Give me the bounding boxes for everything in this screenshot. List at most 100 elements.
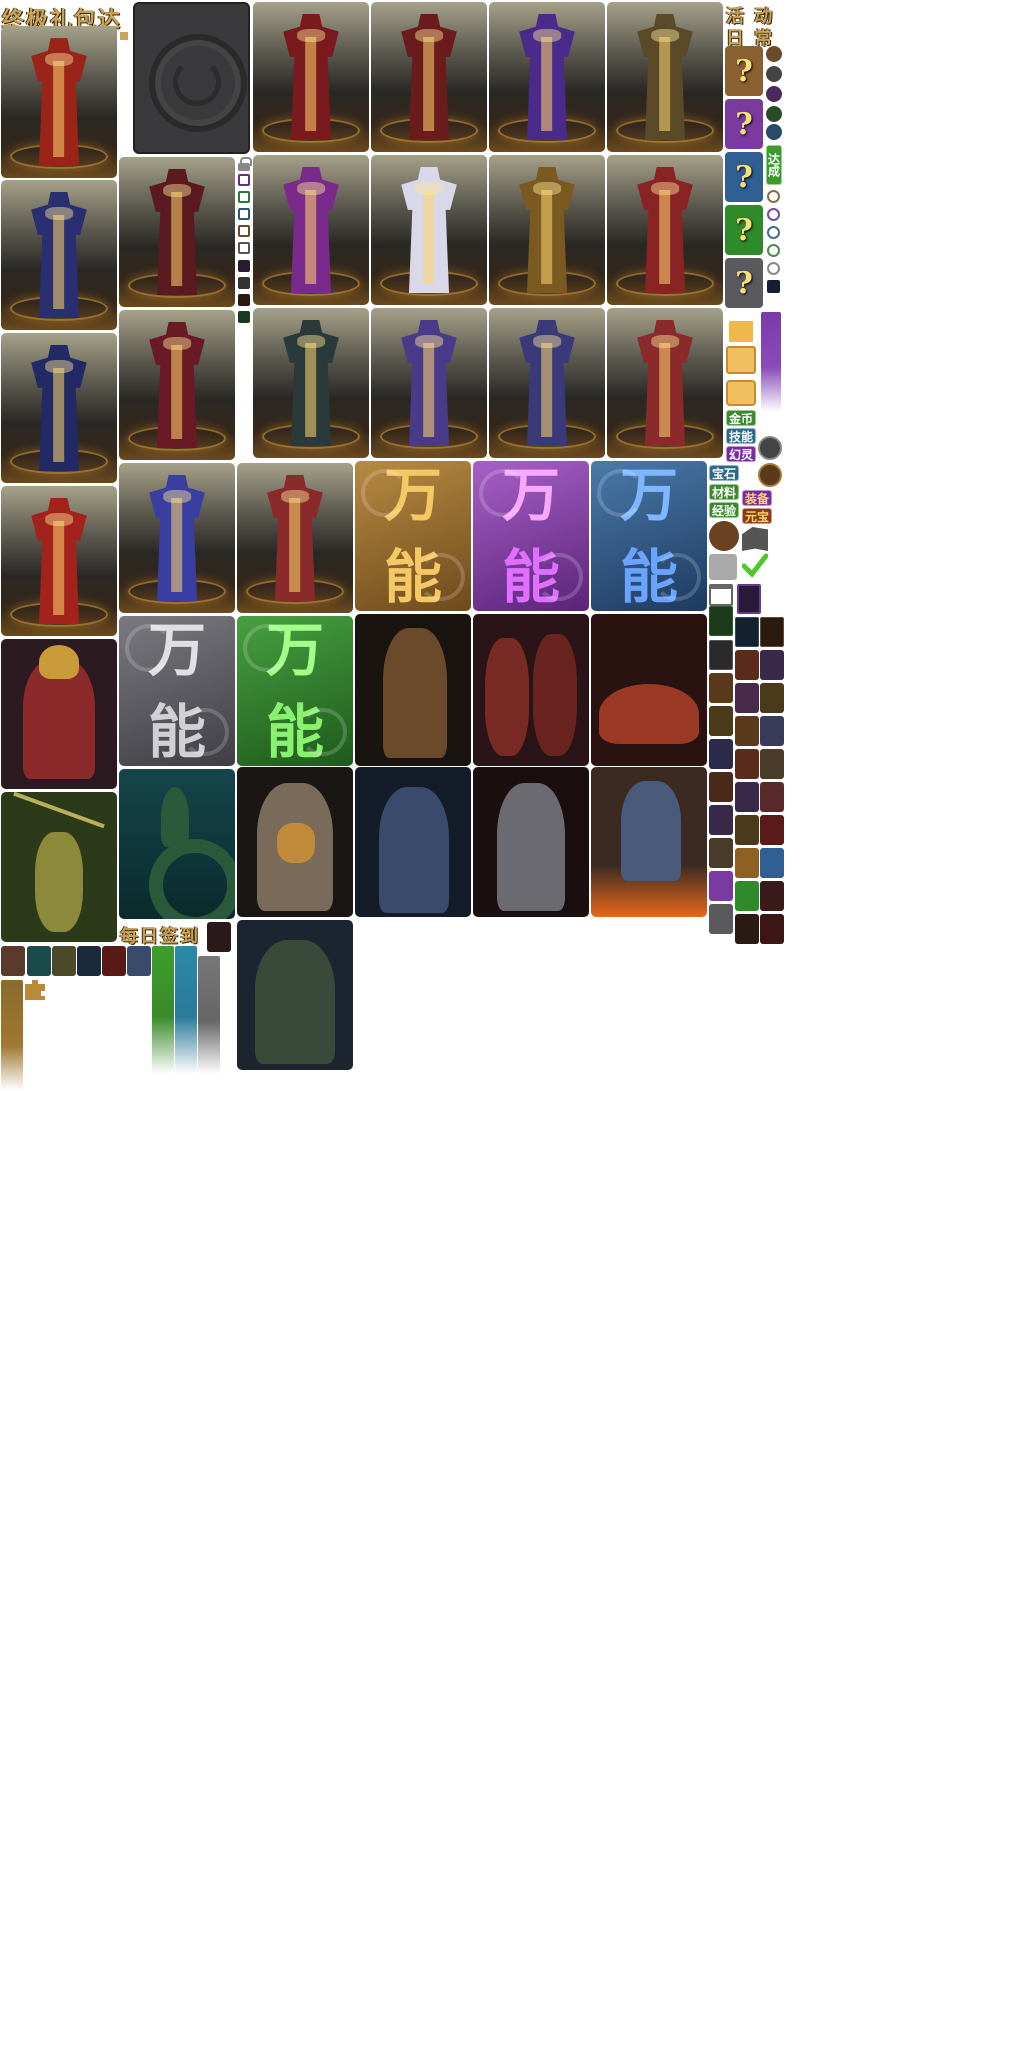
mini-universal-blue[interactable]: [760, 848, 784, 878]
armor-card[interactable]: [371, 308, 487, 458]
armor-robe: [267, 475, 323, 601]
mini-armor-thumb[interactable]: [760, 782, 784, 812]
monster-card-dragon-beast[interactable]: [591, 614, 707, 766]
achieved-label: 达成: [766, 145, 782, 185]
armor-card[interactable]: [489, 308, 605, 458]
armor-card[interactable]: [119, 310, 235, 460]
monster-thumb[interactable]: [52, 946, 76, 976]
mini-monster-thumb[interactable]: [735, 914, 759, 944]
monster-figure: [35, 832, 83, 932]
monster-thumb[interactable]: [27, 946, 51, 976]
mystery-box-gold[interactable]: ?: [725, 46, 763, 96]
ultimate-pack-title: 终极礼包达成: [2, 7, 123, 65]
monster-card-demon-pair[interactable]: [473, 614, 589, 766]
armor-card[interactable]: [253, 2, 369, 152]
armor-robe: [401, 14, 457, 140]
armor-robe: [31, 38, 87, 166]
monster-card-ox-warrior[interactable]: [237, 767, 353, 917]
neng-char: 能: [147, 698, 206, 766]
monster-thumb[interactable]: [77, 946, 101, 976]
armor-card[interactable]: [1, 333, 117, 483]
frame-green: [709, 606, 733, 636]
mystery-box-gray[interactable]: ?: [725, 258, 763, 308]
mini-armor-thumb[interactable]: [709, 739, 733, 769]
mini-universal-gold[interactable]: [735, 848, 759, 878]
mini-armor-thumb[interactable]: [735, 782, 759, 812]
mini-universal-gray[interactable]: [709, 904, 733, 934]
armor-card[interactable]: [607, 2, 723, 152]
mini-monster-thumb[interactable]: [760, 914, 784, 944]
monster-card-mantis[interactable]: [1, 792, 117, 942]
universal-card-blue[interactable]: 万 能: [591, 461, 707, 611]
mini-armor-thumb[interactable]: [735, 815, 759, 845]
monster-card-ogre[interactable]: [237, 920, 353, 1070]
mini-armor-thumb[interactable]: [735, 716, 759, 746]
armor-card[interactable]: [237, 463, 353, 613]
monster-thumb[interactable]: [1, 946, 25, 976]
armor-card[interactable]: [253, 155, 369, 305]
mini-armor-thumb[interactable]: [760, 749, 784, 779]
mini-armor-thumb[interactable]: [735, 749, 759, 779]
armor-card[interactable]: [371, 155, 487, 305]
swatch-dark-green: [238, 311, 250, 323]
mini-armor-thumb[interactable]: [760, 683, 784, 713]
mini-armor-thumb[interactable]: [709, 706, 733, 736]
monster-figure: [149, 839, 235, 919]
swatch-dark-purple: [238, 260, 250, 272]
armor-card[interactable]: [119, 463, 235, 613]
universal-card-green[interactable]: 万 能: [237, 616, 353, 766]
gift-gold-icon: [729, 321, 753, 342]
ring-blue: [767, 226, 780, 239]
mini-armor-thumb[interactable]: [735, 650, 759, 680]
tag-material: 材料: [709, 484, 739, 500]
armor-robe: [31, 498, 87, 624]
monster-card-steel-golem[interactable]: [473, 767, 589, 917]
mini-armor-thumb[interactable]: [760, 650, 784, 680]
mini-armor-thumb[interactable]: [709, 772, 733, 802]
armor-card[interactable]: [1, 180, 117, 330]
wan-char: 万: [265, 616, 324, 684]
armor-card[interactable]: [489, 155, 605, 305]
mini-armor-thumb[interactable]: [709, 838, 733, 868]
swatch-dark-gray: [238, 277, 250, 289]
mystery-box-blue[interactable]: ?: [725, 152, 763, 202]
mini-monster-thumb[interactable]: [760, 881, 784, 911]
armor-card[interactable]: [253, 308, 369, 458]
dot-purple: [766, 86, 782, 102]
monster-thumb[interactable]: [102, 946, 126, 976]
mystery-box-purple[interactable]: ?: [725, 99, 763, 149]
neng-char: 能: [383, 543, 442, 611]
monster-card-cobra[interactable]: [119, 769, 235, 919]
universal-card-gold[interactable]: 万 能: [355, 461, 471, 611]
armor-card[interactable]: [607, 308, 723, 458]
mini-universal-green[interactable]: [735, 881, 759, 911]
mini-armor-thumb[interactable]: [709, 805, 733, 835]
monster-card-swordsman[interactable]: [591, 767, 707, 917]
monster-card-armored-knight[interactable]: [355, 614, 471, 766]
mini-armor-thumb[interactable]: [709, 673, 733, 703]
daily-title: 日 常: [726, 28, 775, 49]
universal-card-purple[interactable]: 万 能: [473, 461, 589, 611]
mini-armor-thumb[interactable]: [760, 716, 784, 746]
armor-robe: [637, 14, 693, 140]
mini-universal-purple[interactable]: [709, 871, 733, 901]
wan-char: 万: [619, 461, 678, 529]
mystery-box-green[interactable]: ?: [725, 205, 763, 255]
signin-thumb[interactable]: [207, 922, 231, 952]
monster-card-blue-demon[interactable]: [355, 767, 471, 917]
armor-card[interactable]: [371, 2, 487, 152]
tag-phantom: 幻灵: [726, 446, 756, 462]
armor-card[interactable]: [1, 26, 117, 178]
armor-card[interactable]: [489, 2, 605, 152]
monster-thumb[interactable]: [127, 946, 151, 976]
swatch-dark-brown: [238, 294, 250, 306]
armor-card[interactable]: [119, 157, 235, 307]
monster-card-horned-warlord[interactable]: [1, 639, 117, 789]
mini-armor-thumb[interactable]: [760, 815, 784, 845]
universal-card-gray[interactable]: 万 能: [119, 616, 235, 766]
armor-card[interactable]: [607, 155, 723, 305]
mini-armor-thumb[interactable]: [735, 683, 759, 713]
wan-char: 万: [147, 616, 206, 684]
check-icon: [741, 552, 769, 578]
armor-card[interactable]: [1, 486, 117, 636]
